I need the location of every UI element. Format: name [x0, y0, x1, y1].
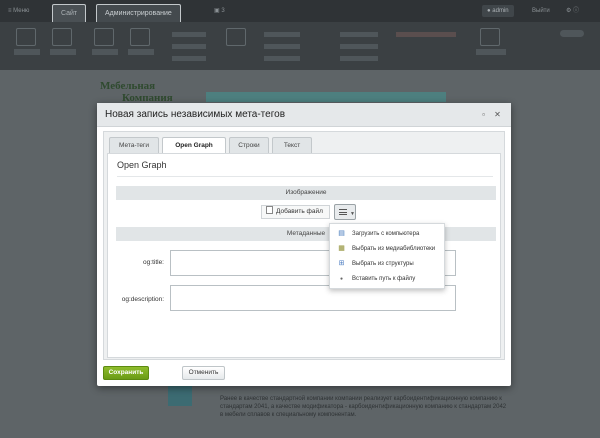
toolbar-edit-folder-icon[interactable] — [130, 28, 150, 46]
tab-text[interactable]: Текст — [272, 137, 312, 153]
toolbar-create-page-icon[interactable] — [16, 28, 36, 46]
upload-computer-icon: ▤ — [338, 230, 345, 237]
menu-icon — [339, 209, 347, 215]
toolbar-label — [14, 49, 40, 55]
dialog-title: Новая запись независимых мета-тегов — [105, 109, 286, 120]
image-section-header: Изображение — [116, 186, 496, 200]
admin-topbar: ≡ Меню Сайт Администрирование ▣ 3 ● admi… — [0, 0, 600, 22]
file-source-menu: ▤ Загрузить с компьютера ▦ Выбрать из ме… — [329, 223, 445, 289]
site-logo: Мебельная Компания — [100, 80, 173, 104]
close-icon[interactable]: ✕ — [493, 110, 502, 119]
divider — [117, 176, 493, 177]
media-library-icon: ▦ — [338, 245, 345, 252]
toolbar-small-item[interactable] — [396, 32, 456, 37]
menu-item-file-path[interactable]: ● Вставить путь к файлу — [330, 272, 446, 286]
maximize-icon[interactable]: ▫ — [479, 110, 488, 119]
admin-toolbar — [0, 22, 600, 70]
toolbar-folder-icon[interactable] — [52, 28, 72, 46]
edit-mode-toggle[interactable] — [560, 30, 584, 37]
meta-tags-dialog: Новая запись независимых мета-тегов ▫ ✕ … — [97, 103, 511, 386]
dialog-header: Новая запись независимых мета-тегов ▫ ✕ — [97, 103, 511, 127]
toolbar-label — [50, 49, 76, 55]
toolbar-small-item[interactable] — [340, 32, 378, 37]
toolbar-small-item[interactable] — [340, 56, 378, 61]
add-file-button[interactable]: Добавить файл — [261, 205, 330, 219]
toolbar-label — [476, 49, 506, 55]
toolbar-wizard-icon[interactable] — [480, 28, 500, 46]
tab-strings[interactable]: Строки — [229, 137, 269, 153]
chevron-down-icon: ▼ — [350, 211, 355, 217]
tab-open-graph[interactable]: Open Graph — [162, 137, 226, 154]
toolbar-small-item[interactable] — [172, 56, 206, 61]
toolbar-refresh-icon[interactable] — [226, 28, 246, 46]
site-paragraph: Ранее в качестве стандартной компании ко… — [220, 396, 507, 418]
toolbar-small-item[interactable] — [340, 44, 378, 49]
og-description-label: og:description: — [121, 296, 164, 303]
menu-item-structure[interactable]: ⊞ Выбрать из структуры — [330, 257, 446, 271]
toolbar-small-item[interactable] — [172, 32, 206, 37]
toolbar-small-item[interactable] — [264, 56, 300, 61]
menu-item-upload-computer[interactable]: ▤ Загрузить с компьютера — [330, 227, 446, 241]
tab-meta-tags[interactable]: Мета-теги — [109, 137, 159, 153]
toolbar-label — [92, 49, 118, 55]
menu-item-media-library[interactable]: ▦ Выбрать из медиабиблиотеки — [330, 242, 446, 256]
tab-site[interactable]: Сайт — [52, 4, 87, 22]
og-title-label: og:title: — [143, 259, 164, 266]
structure-icon: ⊞ — [338, 260, 345, 267]
tab-admin[interactable]: Администрирование — [96, 4, 181, 22]
site-nav — [206, 92, 446, 102]
toolbar-small-item[interactable] — [264, 32, 300, 37]
settings-icon[interactable]: ⚙ ⓘ — [566, 5, 579, 17]
file-path-icon: ● — [339, 276, 344, 282]
file-icon — [266, 206, 273, 214]
menu-button[interactable]: ≡ Меню — [8, 5, 29, 17]
notifications-button[interactable]: ▣ 3 — [214, 5, 225, 17]
save-button[interactable]: Сохранить — [103, 366, 149, 380]
file-source-menu-button[interactable]: ▼ — [334, 204, 356, 220]
toolbar-edit-page-icon[interactable] — [94, 28, 114, 46]
toolbar-small-item[interactable] — [172, 44, 206, 49]
section-title: Open Graph — [117, 160, 167, 170]
cancel-button[interactable]: Отменить — [182, 366, 225, 380]
toolbar-label — [128, 49, 154, 55]
toolbar-small-item[interactable] — [264, 44, 300, 49]
logout-link[interactable]: Выйти — [532, 5, 550, 17]
user-button[interactable]: ● admin — [482, 5, 514, 17]
